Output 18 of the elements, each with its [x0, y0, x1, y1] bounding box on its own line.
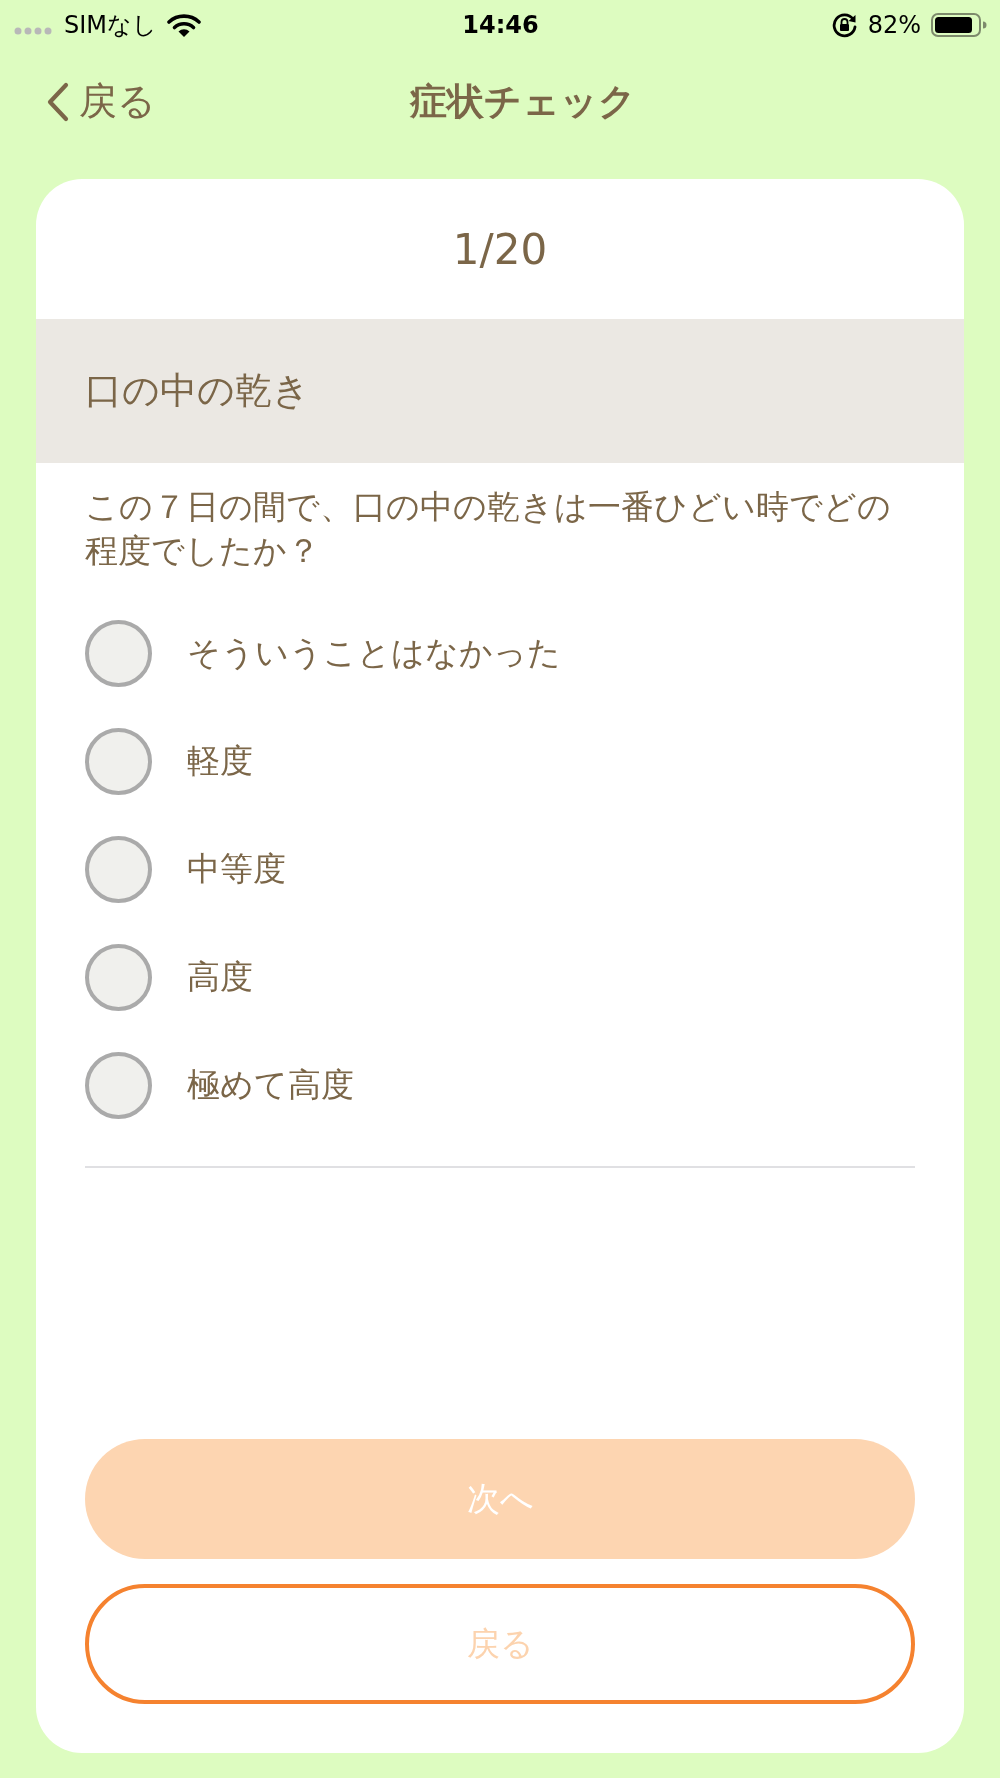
option-label[interactable]: 中等度 — [187, 846, 286, 892]
battery-icon — [931, 13, 987, 37]
option-label[interactable]: そういうことはなかった — [187, 630, 561, 676]
symptom-header: 口の中の乾き — [36, 319, 964, 463]
progress-counter: 1/20 — [452, 224, 548, 274]
carrier-label: SIMなし — [64, 10, 158, 41]
option-label[interactable]: 極めて高度 — [187, 1062, 354, 1108]
chevron-left-icon — [46, 82, 70, 122]
status-time: 14:46 — [462, 11, 539, 39]
battery-percentage: 82% — [867, 11, 921, 39]
rotation-lock-icon — [830, 12, 858, 38]
question-text: この７日の間で、口の中の乾きは一番ひどい時でどの程度でしたか？ — [84, 486, 892, 572]
option-label[interactable]: 高度 — [187, 954, 253, 1000]
screen-title: 症状チェック — [410, 79, 636, 125]
nav-back-button[interactable]: 戻る — [46, 79, 156, 125]
wifi-icon — [167, 12, 202, 38]
signal-icon — [14, 27, 54, 35]
option-label[interactable]: 軽度 — [187, 738, 253, 784]
